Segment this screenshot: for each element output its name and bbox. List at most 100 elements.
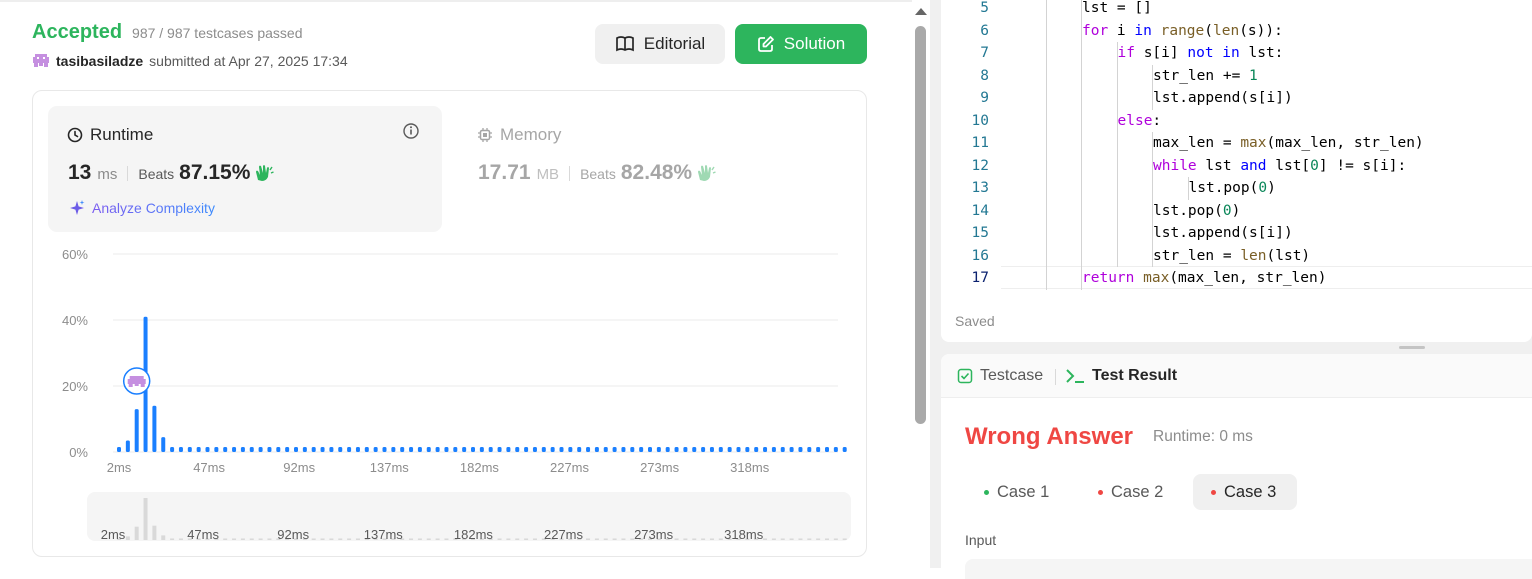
tab-testcase[interactable]: Testcase	[957, 367, 1043, 385]
range-selector-svg[interactable]: 2ms 47ms 92ms 137ms 182ms 227ms 273ms 318ms	[87, 492, 851, 542]
chart-bar[interactable]	[709, 447, 714, 452]
chart-bar[interactable]	[807, 447, 812, 452]
chart-bar[interactable]	[621, 447, 626, 452]
chart-bar[interactable]	[205, 447, 210, 452]
chart-bar[interactable]	[187, 447, 192, 452]
chart-bar[interactable]	[196, 447, 201, 452]
chart-bar[interactable]	[249, 447, 254, 452]
chart-bar[interactable]	[541, 447, 546, 452]
code-line[interactable]: 17 return max(max_len, str_len)	[941, 267, 1532, 290]
chart-bar[interactable]	[488, 447, 493, 452]
chart-bar[interactable]	[532, 447, 537, 452]
chart-bar[interactable]	[240, 447, 245, 452]
chart-bar[interactable]	[577, 447, 582, 452]
chart-bar[interactable]	[701, 447, 706, 452]
range-selector-chart[interactable]: 2ms 47ms 92ms 137ms 182ms 227ms 273ms 318ms	[87, 492, 851, 542]
chart-bar[interactable]	[471, 447, 475, 452]
chart-bar[interactable]	[789, 447, 794, 452]
code-line[interactable]: 14 lst.pop(0)	[941, 199, 1532, 222]
runtime-distribution-chart[interactable]: 60% 40% 20% 0% 2ms 47ms 92ms 137ms 182ms 227ms 273…	[48, 240, 848, 480]
case-tab-2[interactable]: Case 2	[1080, 474, 1181, 510]
chart-bar[interactable]	[745, 447, 750, 452]
chart-bar[interactable]	[152, 405, 157, 452]
code-line[interactable]: 12 while lst and lst[0] != s[i]:	[941, 154, 1532, 177]
avatar[interactable]	[32, 52, 50, 70]
editorial-button[interactable]: Editorial	[595, 24, 725, 64]
chart-bar[interactable]	[178, 447, 183, 452]
solution-button[interactable]: Solution	[735, 24, 867, 64]
chart-bar[interactable]	[417, 447, 422, 452]
chart-bar[interactable]	[391, 447, 396, 452]
chart-bar[interactable]	[223, 447, 228, 452]
case-tab-1[interactable]: Case 1	[966, 474, 1067, 510]
code-line[interactable]: 8 str_len += 1	[941, 64, 1532, 87]
chart-bar[interactable]	[586, 447, 591, 452]
code-line[interactable]: 7 if s[i] not in lst:	[941, 42, 1532, 65]
chart-bar[interactable]	[364, 447, 369, 452]
chart-bar[interactable]	[125, 440, 130, 452]
chart-bar[interactable]	[258, 447, 263, 452]
code-line[interactable]: 9 lst.append(s[i])	[941, 87, 1532, 110]
chart-bar[interactable]	[400, 447, 405, 452]
chart-bar[interactable]	[373, 447, 378, 452]
chart-bar[interactable]	[435, 447, 440, 452]
chart-bar[interactable]	[656, 447, 661, 452]
scrollbar-thumb[interactable]	[915, 26, 926, 424]
chart-bar[interactable]	[347, 447, 352, 452]
chart-bar[interactable]	[338, 447, 343, 452]
chart-bar[interactable]	[692, 447, 697, 452]
chart-bar[interactable]	[603, 447, 608, 452]
chart-bar[interactable]	[382, 447, 387, 452]
chart-bar[interactable]	[665, 447, 670, 452]
chart-bar[interactable]	[285, 447, 290, 452]
chart-bar[interactable]	[816, 447, 821, 452]
code-line[interactable]: 5 lst = []	[941, 0, 1532, 20]
username-link[interactable]: tasibasiladze	[56, 53, 143, 69]
analyze-complexity-link[interactable]: Analyze Complexity	[68, 199, 215, 217]
tab-test-result[interactable]: Test Result	[1065, 367, 1177, 385]
chart-bar[interactable]	[311, 447, 316, 452]
chart-bar[interactable]	[771, 447, 776, 452]
chart-bar[interactable]	[479, 447, 484, 452]
chart-bar[interactable]	[117, 447, 121, 452]
chart-bar[interactable]	[674, 447, 679, 452]
chart-bar[interactable]	[294, 447, 298, 452]
chart-bar[interactable]	[170, 447, 175, 452]
chart-bar[interactable]	[683, 447, 688, 452]
code-line[interactable]: 16 str_len = len(lst)	[941, 244, 1532, 267]
chart-bar[interactable]	[630, 447, 635, 452]
chart-bar[interactable]	[842, 447, 847, 452]
chart-bar[interactable]	[515, 447, 520, 452]
chart-bar[interactable]	[161, 437, 166, 452]
chart-bar[interactable]	[276, 447, 281, 452]
chart-bar[interactable]	[639, 447, 644, 452]
case-tab-3[interactable]: Case 3	[1193, 474, 1297, 510]
chart-bar[interactable]	[134, 409, 139, 452]
chart-bar[interactable]	[736, 447, 741, 452]
chart-bar[interactable]	[444, 447, 449, 452]
chart-bar[interactable]	[232, 447, 237, 452]
chart-bar[interactable]	[798, 447, 803, 452]
chart-bar[interactable]	[267, 447, 272, 452]
code-editor[interactable]: 5 lst = [] 6 for i in range(len(s)): 7 if s[i…	[941, 0, 1532, 342]
chart-bar[interactable]	[754, 447, 759, 452]
chart-bar[interactable]	[355, 447, 360, 452]
memory-title[interactable]: Memory	[477, 125, 561, 145]
chart-bar[interactable]	[559, 447, 564, 452]
panel-resize-handle[interactable]	[1399, 346, 1425, 349]
scroll-up-arrow-icon[interactable]	[915, 8, 927, 15]
chart-bar[interactable]	[302, 447, 307, 452]
chart-bar[interactable]	[648, 447, 652, 452]
chart-bar[interactable]	[612, 447, 617, 452]
code-line[interactable]: 15 lst.append(s[i])	[941, 222, 1532, 245]
your-submission-marker[interactable]	[122, 367, 151, 395]
chart-bar[interactable]	[497, 447, 502, 452]
chart-bar[interactable]	[329, 447, 334, 452]
chart-bar[interactable]	[718, 447, 723, 452]
chart-bar[interactable]	[568, 447, 573, 452]
info-icon[interactable]	[402, 122, 420, 140]
code-line[interactable]: 11 max_len = max(max_len, str_len)	[941, 132, 1532, 155]
chart-bar[interactable]	[594, 447, 599, 452]
chart-bar[interactable]	[550, 447, 555, 452]
chart-bar[interactable]	[409, 447, 414, 452]
